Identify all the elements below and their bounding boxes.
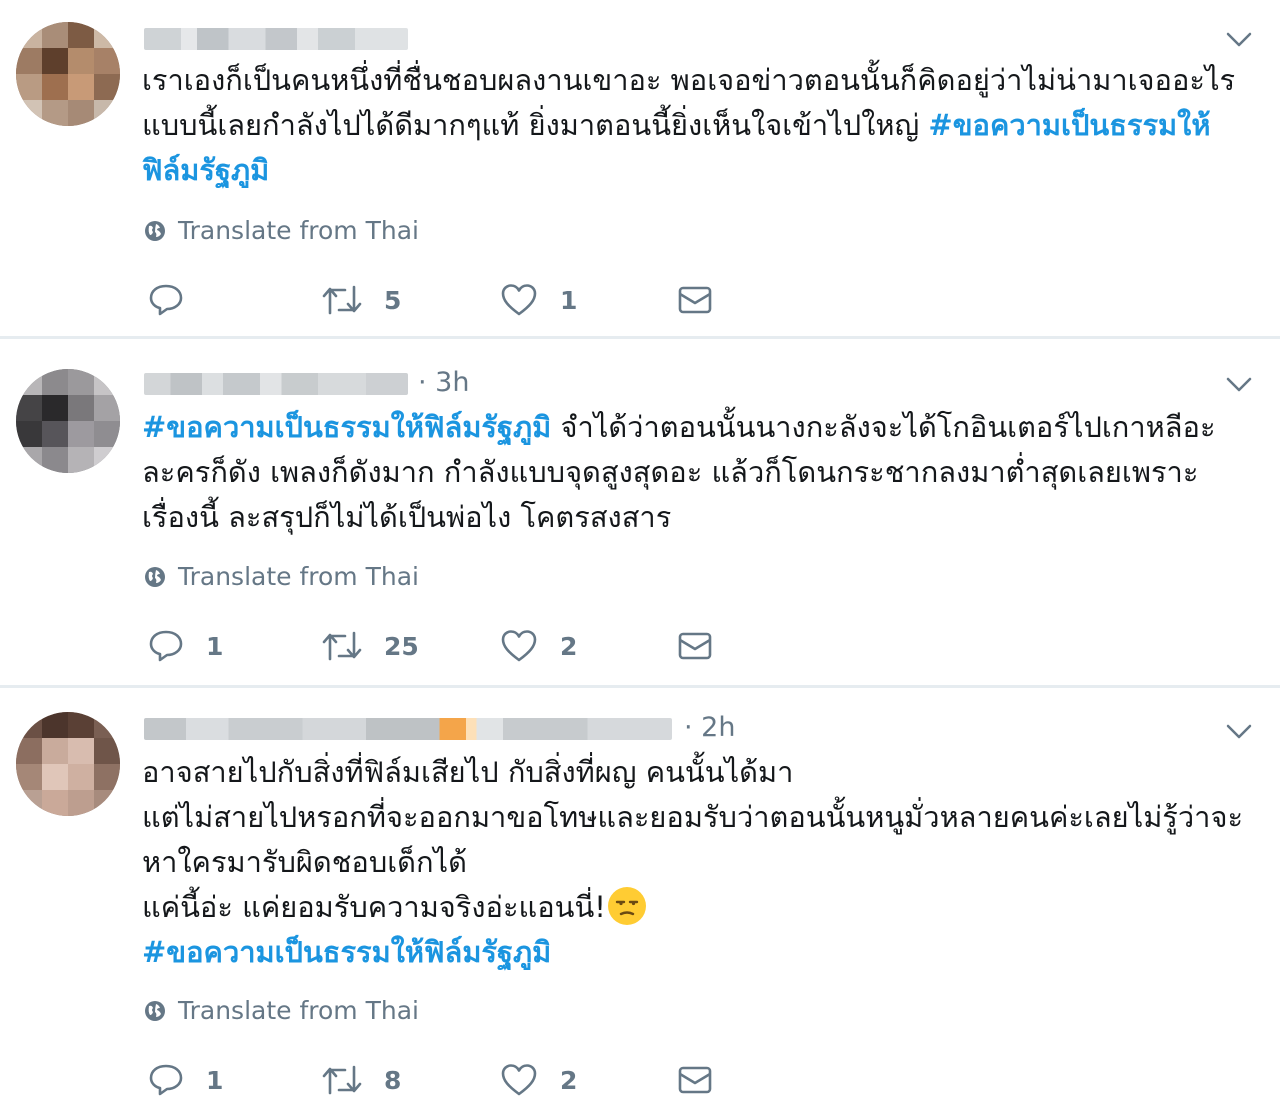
tweet-line: เราเองก็เป็นคนหนึ่งที่ชื่นชอบผลงานเขาอะ … [142,58,1242,103]
reply-icon [149,630,183,662]
like-count: 1 [560,285,578,315]
tweet-text: เราเองก็เป็นคนหนึ่งที่ชื่นชอบผลงานเขาอะ … [142,58,1242,193]
avatar[interactable] [16,369,120,473]
like-icon [501,1064,537,1096]
line-text: แค่นี้อ่ะ แค่ยอมรับความจริงอ่ะแอนนี่! [142,890,606,924]
direct-message-button[interactable] [678,280,712,320]
translate-link[interactable]: Translate from Thai [144,996,419,1025]
chevron-down-icon[interactable] [1226,32,1252,48]
author-name[interactable] [144,718,672,740]
line-text: อาจสายไปกับสิ่งที่ฟิล์มเสียไป กับสิ่งที่… [142,755,794,789]
tweet-text: #ขอความเป็นธรรมให้ฟิล์มรัฐภูมิ จำได้ว่าต… [142,405,1242,540]
retweet-button[interactable]: 5 [322,280,401,320]
reply-button[interactable]: 1 [148,1060,223,1100]
like-icon [501,630,537,662]
tweet-2[interactable]: · 3h #ขอความเป็นธรรมให้ฟิล์มรัฐภูมิ จำได… [0,339,1280,685]
hashtag-link[interactable]: #ขอความเป็นธรรมให้ [928,108,1210,142]
line-text: หาใครมารับผิดชอบเด็กได้ [142,845,467,879]
like-button[interactable]: 2 [500,626,577,666]
tweet-text: อาจสายไปกับสิ่งที่ฟิล์มเสียไป กับสิ่งที่… [142,750,1244,975]
like-button[interactable]: 1 [500,280,577,320]
tweet-line: เรื่องนี้ ละสรุปก็ไม่ได้เป็นพ่อไง โคตรสง… [142,495,1242,540]
line-text: เรื่องนี้ ละสรุปก็ไม่ได้เป็นพ่อไง โคตรสง… [142,500,672,534]
unamused-face-emoji [607,887,646,925]
tweet-timestamp[interactable]: · 2h [684,712,735,743]
tweet-line: อาจสายไปกับสิ่งที่ฟิล์มเสียไป กับสิ่งที่… [142,750,1242,795]
line-text: จำได้ว่าตอนนั้นนางกะลังจะได้โกอินเตอร์ไป… [551,410,1216,444]
author-name[interactable] [144,373,408,395]
retweet-icon [322,1065,362,1095]
translate-label: Translate from Thai [178,562,419,591]
avatar[interactable] [16,712,120,816]
translate-label: Translate from Thai [178,996,419,1025]
retweet-button[interactable]: 25 [322,626,419,666]
message-icon [678,1066,712,1094]
hashtag-link[interactable]: #ขอความเป็นธรรมให้ฟิล์มรัฐภูมิ [142,935,551,969]
hashtag-link[interactable]: ฟิล์มรัฐภูมิ [142,153,269,187]
message-icon [678,632,712,660]
line-text: เราเองก็เป็นคนหนึ่งที่ชื่นชอบผลงานเขาอะ … [142,63,1236,97]
like-count: 2 [560,1065,578,1095]
direct-message-button[interactable] [678,626,712,666]
tweet-3[interactable]: · 2h อาจสายไปกับสิ่งที่ฟิล์มเสียไป กับสิ… [0,688,1280,1110]
translate-label: Translate from Thai [178,216,419,245]
tweet-timestamp[interactable]: · 3h [418,367,469,398]
globe-icon [145,566,165,587]
tweet-line: #ขอความเป็นธรรมให้ฟิล์มรัฐภูมิ จำได้ว่าต… [142,405,1242,450]
chevron-down-icon[interactable] [1226,377,1252,393]
reply-icon [149,1064,183,1096]
reply-button[interactable]: 1 [148,626,223,666]
message-icon [678,286,712,314]
tweet-1[interactable]: เราเองก็เป็นคนหนึ่งที่ชื่นชอบผลงานเขาอะ … [0,0,1280,336]
reply-icon [149,284,183,316]
reply-count: 1 [206,1065,224,1095]
retweet-count: 5 [384,285,402,315]
like-button[interactable]: 2 [500,1060,577,1100]
tweet-line: แค่นี้อ่ะ แค่ยอมรับความจริงอ่ะแอนนี่! [142,885,1242,930]
retweet-icon [322,631,362,661]
avatar[interactable] [16,22,120,126]
tweet-line: แบบนี้เลยกำลังไปได้ดีมากๆแท้ ยิ่งมาตอนนี… [142,103,1242,148]
retweet-button[interactable]: 8 [322,1060,401,1100]
tweet-line: ฟิล์มรัฐภูมิ [142,148,1242,193]
tweet-line: แต่ไม่สายไปหรอกที่จะออกมาขอโทษและยอมรับว… [142,795,1244,840]
direct-message-button[interactable] [678,1060,712,1100]
retweet-count: 25 [384,631,419,661]
like-icon [501,284,537,316]
tweet-line: หาใครมารับผิดชอบเด็กได้ [142,840,1242,885]
line-text: แต่ไม่สายไปหรอกที่จะออกมาขอโทษและยอมรับว… [142,800,1244,834]
translate-link[interactable]: Translate from Thai [144,216,419,245]
author-name[interactable] [144,28,408,50]
retweet-icon [322,285,362,315]
line-text: ละครก็ดัง เพลงก็ดังมาก กำลังแบบจุดสูงสุด… [142,455,1199,489]
tweet-line: ละครก็ดัง เพลงก็ดังมาก กำลังแบบจุดสูงสุด… [142,450,1242,495]
translate-link[interactable]: Translate from Thai [144,562,419,591]
retweet-count: 8 [384,1065,402,1095]
like-count: 2 [560,631,578,661]
globe-icon [145,1000,165,1021]
chevron-down-icon[interactable] [1226,724,1252,740]
globe-icon [145,220,165,241]
hashtag-link[interactable]: #ขอความเป็นธรรมให้ฟิล์มรัฐภูมิ [142,410,551,444]
tweet-line: #ขอความเป็นธรรมให้ฟิล์มรัฐภูมิ [142,930,1242,975]
reply-count: 1 [206,631,224,661]
line-text: แบบนี้เลยกำลังไปได้ดีมากๆแท้ ยิ่งมาตอนนี… [142,108,929,142]
reply-button[interactable] [148,280,206,320]
